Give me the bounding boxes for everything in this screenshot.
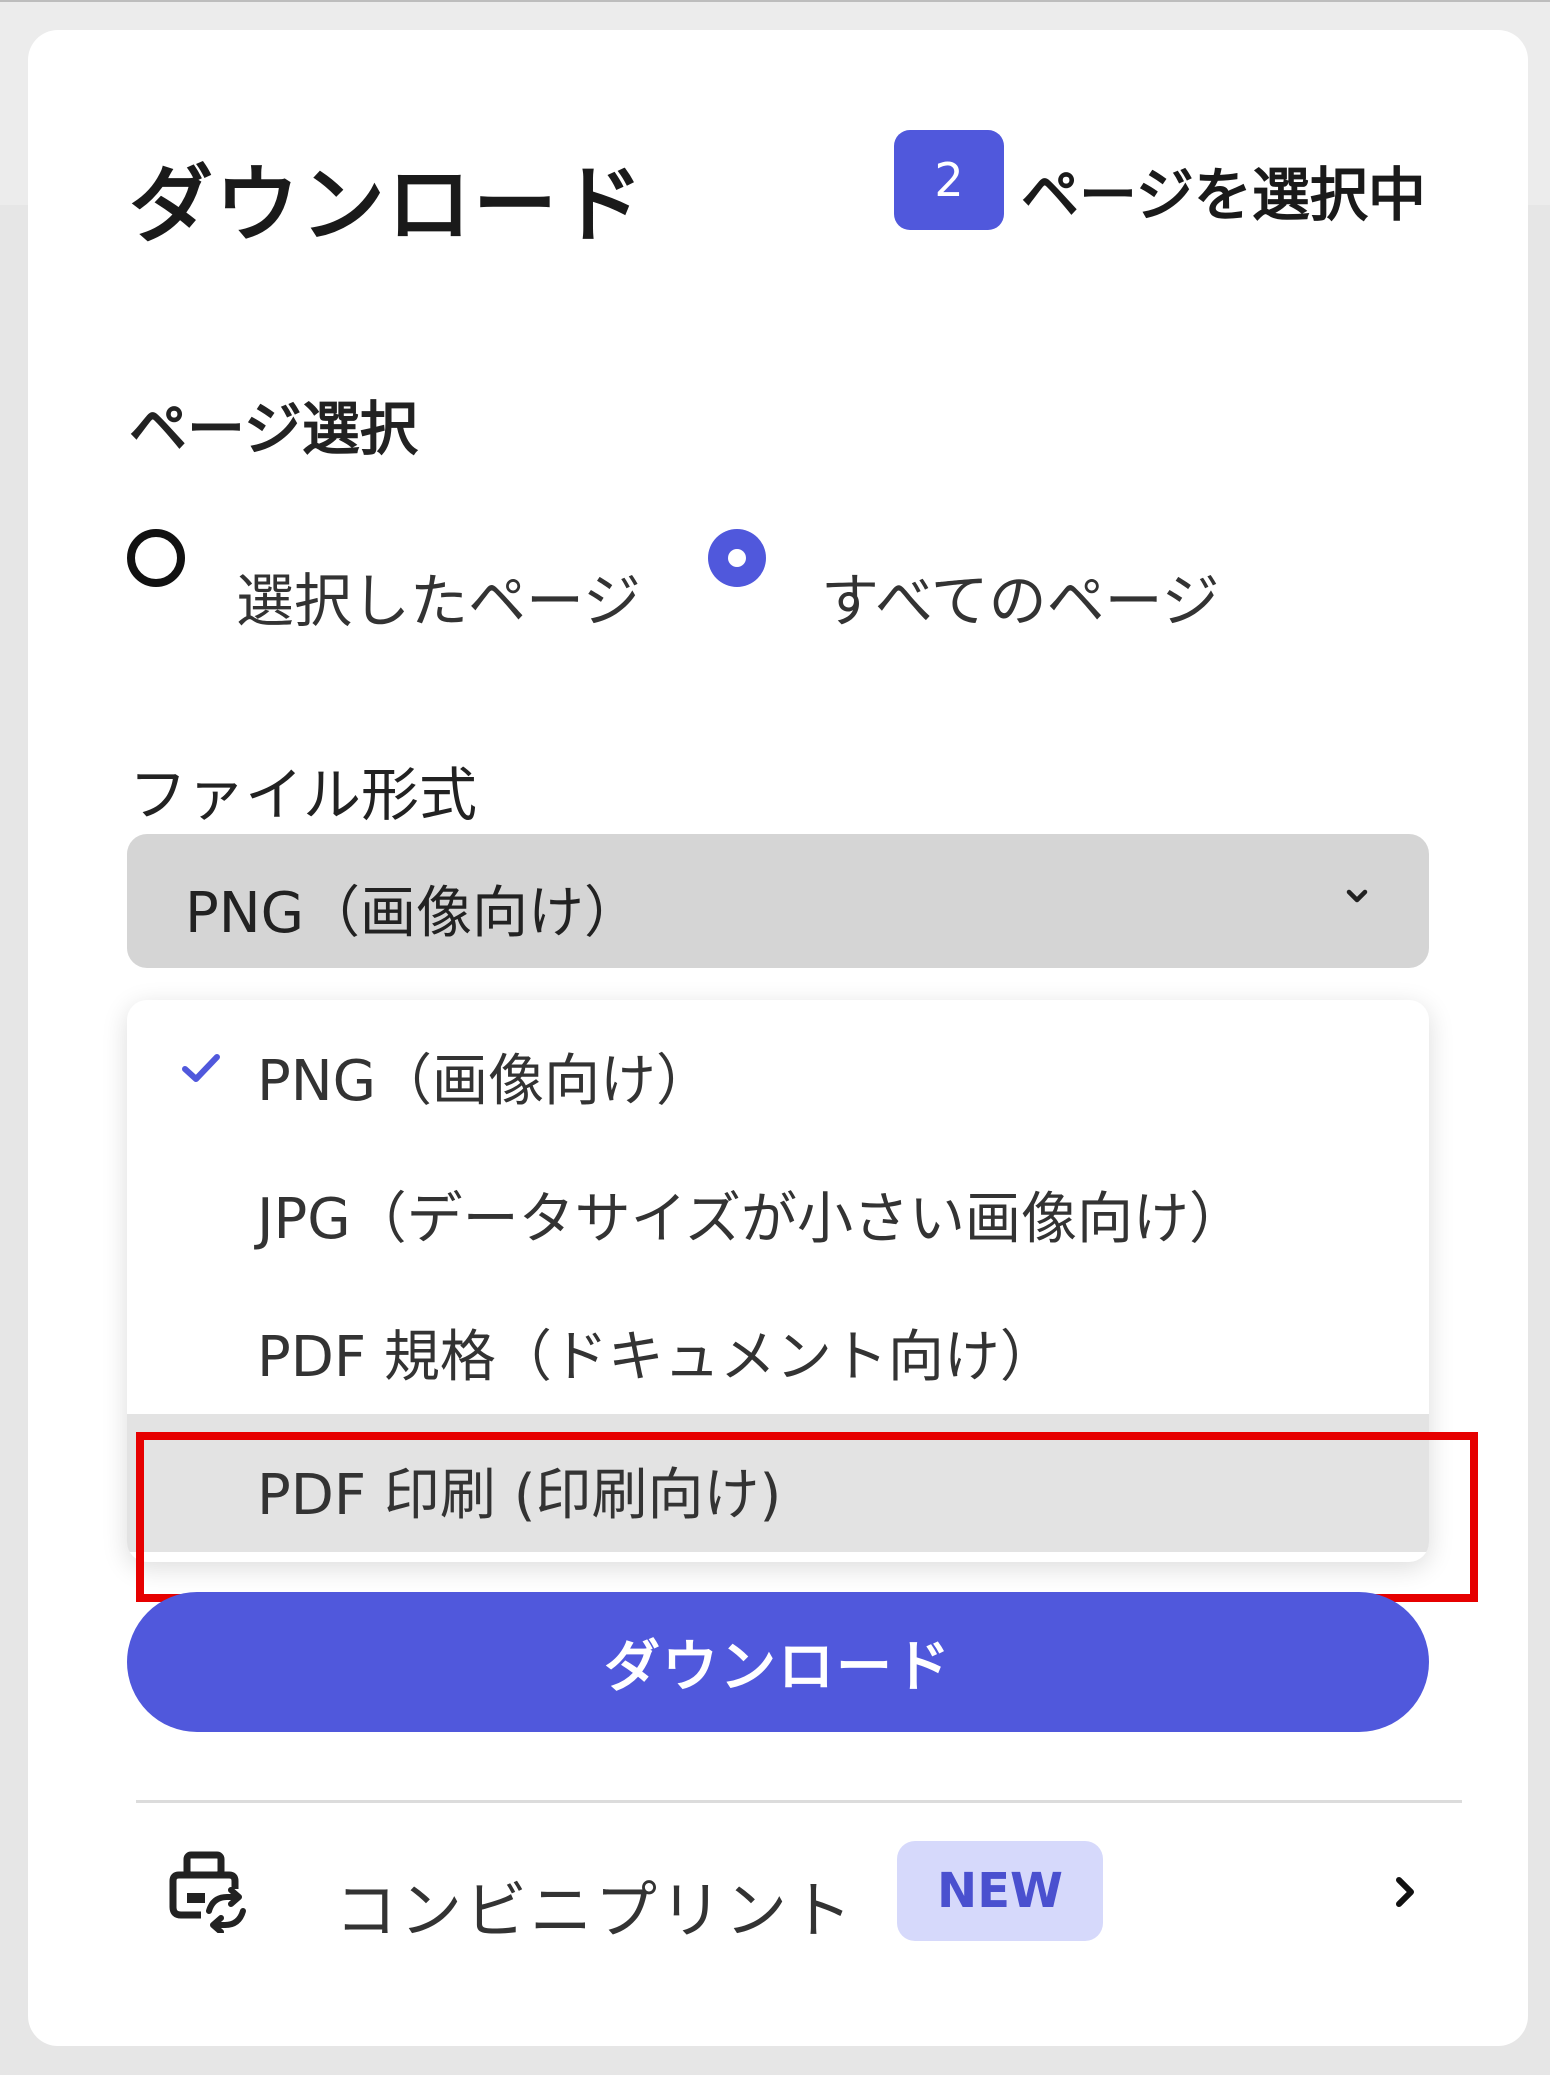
panel-title: ダウンロード: [129, 156, 646, 254]
page-selection-label: ページ選択: [129, 395, 418, 463]
dropdown-option-jpg[interactable]: JPG（データサイズが小さい画像向け）: [127, 1138, 1429, 1276]
highlight-annotation-box: [136, 1432, 1478, 1602]
check-icon: [182, 1054, 220, 1082]
dropdown-option-label: JPG（データサイズが小さい画像向け）: [257, 1187, 1245, 1252]
selected-count-badge: 2: [894, 130, 1004, 230]
file-format-select[interactable]: PNG（画像向け）: [127, 834, 1429, 968]
radio-all-pages-label[interactable]: すべてのページ: [821, 554, 1219, 638]
radio-selected-pages[interactable]: [127, 529, 185, 587]
radio-all-pages[interactable]: [708, 529, 766, 587]
download-panel: ダウンロード 2 ページを選択中 ページ選択 選択したページ すべてのページ フ…: [28, 30, 1528, 2046]
dropdown-option-label: PNG（画像向け）: [257, 1049, 713, 1114]
chevron-down-icon: [1346, 889, 1368, 903]
selected-count-text: ページを選択中: [1021, 161, 1426, 229]
convenience-print-row[interactable]: コンビニプリント NEW: [127, 1828, 1447, 1954]
radio-dot: [728, 549, 746, 567]
dropdown-option-label: PDF 規格（ドキュメント向け）: [257, 1325, 1056, 1390]
printer-icon: [169, 1851, 246, 1933]
divider: [136, 1800, 1462, 1803]
radio-selected-pages-label[interactable]: 選択したページ: [236, 554, 641, 638]
download-button[interactable]: ダウンロード: [127, 1592, 1429, 1732]
new-badge: NEW: [897, 1841, 1103, 1941]
dropdown-option-pdf-standard[interactable]: PDF 規格（ドキュメント向け）: [127, 1276, 1429, 1414]
dropdown-option-png[interactable]: PNG（画像向け）: [127, 1000, 1429, 1138]
chevron-right-icon: [1396, 1877, 1414, 1907]
convenience-print-label: コンビニプリント: [335, 1874, 856, 1947]
file-format-selected-value: PNG（画像向け）: [185, 881, 641, 946]
file-format-label: ファイル形式: [129, 761, 478, 829]
